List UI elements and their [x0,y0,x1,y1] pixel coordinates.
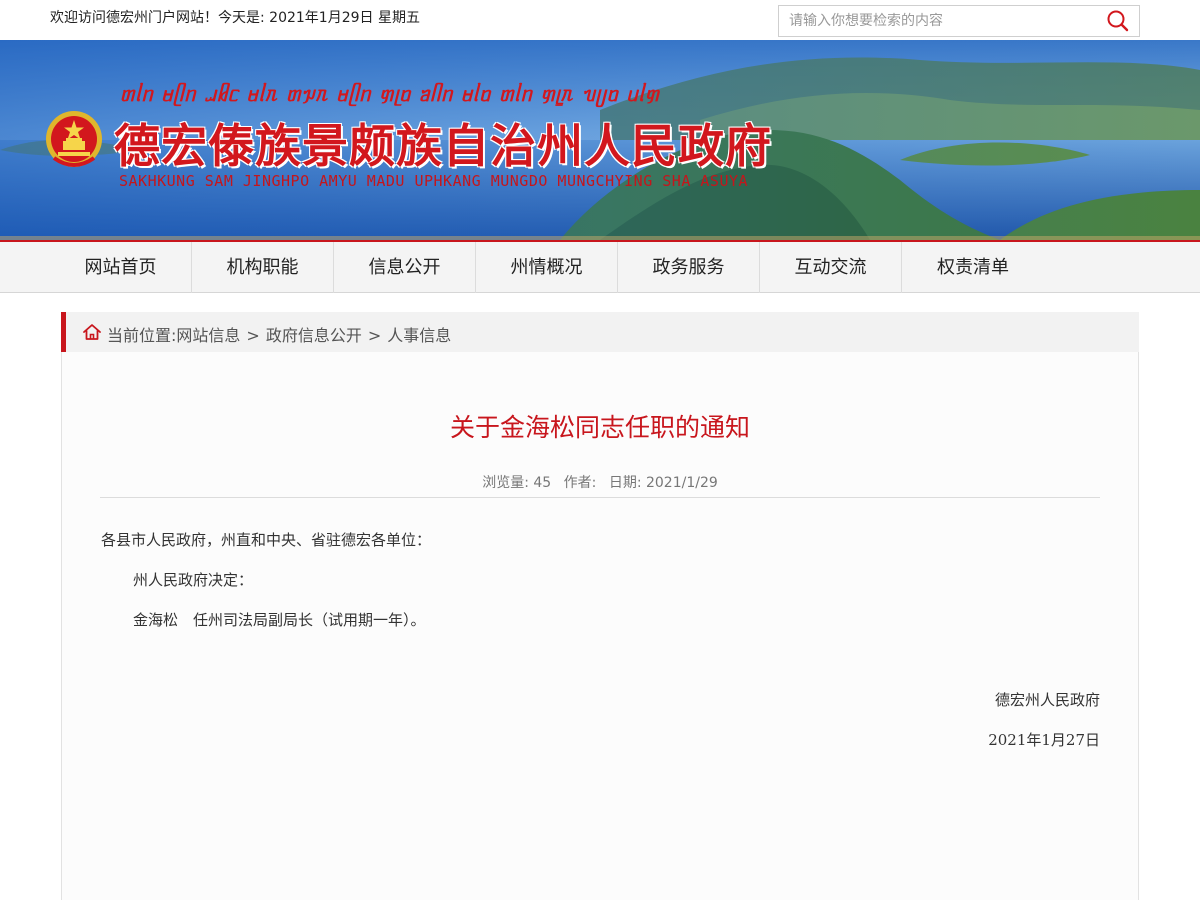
nav-item-prefecture-overview[interactable]: 州情概况 [476,242,618,293]
national-emblem-icon [46,111,102,167]
article-meta: 浏览量: 45 作者: 日期: 2021/1/29 [62,472,1138,492]
article-paragraph-appointment: 金海松 任州司法局副局长（试用期一年）。 [133,611,426,629]
breadcrumb: 当前位置:网站信息 > 政府信息公开 > 人事信息 [61,312,1139,352]
title-divider [100,497,1100,498]
breadcrumb-item-site-info[interactable]: 当前位置:网站信息 [107,326,240,345]
search-input[interactable] [779,6,1099,36]
site-subtitle-jingpo: SAKHKUNG SAM JINGHPO AMYU MADU UPHKANG M… [119,172,749,190]
header-banner: ᥖᥣᥒ ᥛᥫᥒ ᥘᥤᥴ ᥛᥣᥰ ᥖᥭᥰ ᥛᥫᥒ ᥞᥨᥝ ᥑᥥᥒ ᥛᥣᥝ ᥖᥣᥒ … [0,40,1200,240]
breadcrumb-separator: > [367,326,382,345]
article-panel: 关于金海松同志任职的通知 浏览量: 45 作者: 日期: 2021/1/29 各… [61,352,1139,900]
dai-script-title: ᥖᥣᥒ ᥛᥫᥒ ᥘᥤᥴ ᥛᥣᥰ ᥖᥭᥰ ᥛᥫᥒ ᥞᥨᥝ ᥑᥥᥒ ᥛᥣᥝ ᥖᥣᥒ … [120,82,660,106]
nav-item-gov-services[interactable]: 政务服务 [618,242,760,293]
nav-item-home[interactable]: 网站首页 [50,242,192,293]
nav-item-responsibility-list[interactable]: 权责清单 [902,242,1044,293]
home-icon [83,324,101,340]
nav-item-interaction[interactable]: 互动交流 [760,242,902,293]
article-sign-date: 2021年1月27日 [988,731,1100,749]
view-count: 浏览量: 45 [482,475,552,491]
search-box [778,5,1140,37]
article-signature: 德宏州人民政府 [994,691,1100,709]
article-paragraph-decision: 州人民政府决定： [133,571,254,589]
article-title: 关于金海松同志任职的通知 [449,413,750,442]
search-icon[interactable] [1105,9,1131,33]
welcome-text: 欢迎访问德宏州门户网站！今天是: 2021年1月29日 星期五 [50,10,420,26]
breadcrumb-path: 当前位置:网站信息 > 政府信息公开 > 人事信息 [107,322,451,346]
top-bar: 欢迎访问德宏州门户网站！今天是: 2021年1月29日 星期五 [0,0,1200,40]
breadcrumb-item-personnel-info[interactable]: 人事信息 [387,326,451,345]
publish-date: 日期: 2021/1/29 [608,475,718,491]
author-label: 作者: [563,475,597,491]
breadcrumb-separator: > [246,326,260,345]
nav-item-agency-functions[interactable]: 机构职能 [192,242,334,293]
nav-item-info-disclosure[interactable]: 信息公开 [334,242,476,293]
article-paragraph-addressee: 各县市人民政府，州直和中央、省驻德宏各单位： [101,531,432,549]
site-title: 德宏傣族景颇族自治州人民政府 [114,119,772,173]
breadcrumb-item-gov-info-disclosure[interactable]: 政府信息公开 [266,326,362,345]
main-nav: 网站首页 机构职能 信息公开 州情概况 政务服务 互动交流 权责清单 [0,240,1200,293]
